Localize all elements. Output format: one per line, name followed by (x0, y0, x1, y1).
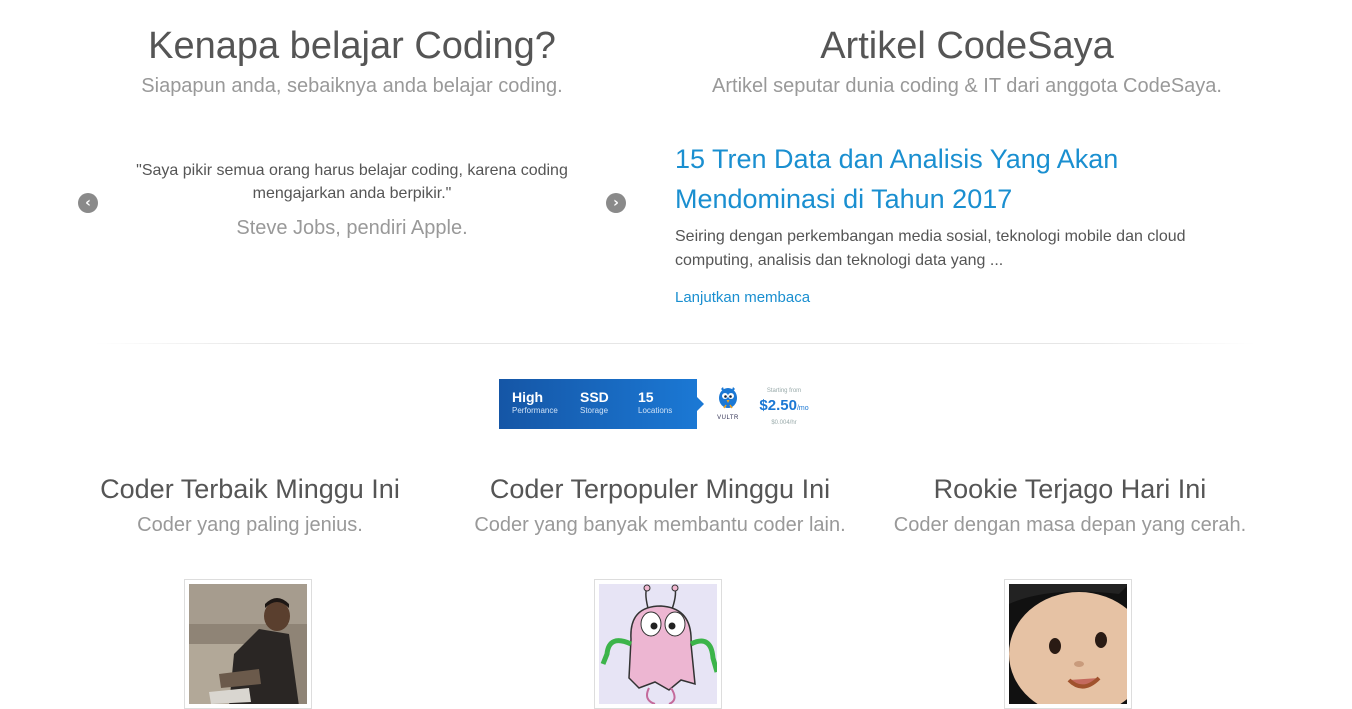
article-headline-line2[interactable]: Mendominasi di Tahun 2017 (675, 179, 1275, 219)
ad-features-panel: High Performance SSD Storage 15 Location… (499, 379, 697, 429)
popular-coder-title: Coder Terpopuler Minggu Ini (489, 474, 831, 504)
rookie-coder-title: Rookie Terjago Hari Ini (933, 474, 1207, 504)
popular-coder-avatar[interactable] (594, 579, 722, 709)
ad-feature-small: Performance (512, 406, 558, 415)
quote-slide: "Saya pikir semua orang harus belajar co… (102, 159, 602, 240)
ad-price: $2.50 (759, 397, 797, 414)
why-coding-section: Kenapa belajar Coding? Siapapun anda, se… (52, 24, 652, 98)
ad-price-block: Starting from $2.50/mo $0.004/hr (751, 386, 817, 429)
ad-price-label: Starting from (766, 388, 802, 394)
rookie-coder-avatar[interactable] (1004, 579, 1132, 709)
ad-feature-performance: High Performance (512, 389, 558, 417)
best-coder-title: Coder Terbaik Minggu Ini (100, 474, 400, 504)
article-headline[interactable]: 15 Tren Data dan Analisis Yang Akan Mend… (675, 139, 1275, 219)
article-excerpt-line2: computing, analisis dan teknologi data y… (675, 252, 1004, 269)
best-coder-subtitle: Coder yang paling jenius. (137, 514, 363, 536)
quote-text-line2: mengajarkan anda berpikir." (252, 185, 452, 202)
carousel-prev-button[interactable]: ‹ (78, 193, 98, 213)
ad-feature-locations: 15 Locations (638, 389, 672, 417)
carousel-next-button[interactable]: › (606, 193, 626, 213)
ad-feature-small: Locations (638, 406, 673, 415)
best-coder-column: Coder Terbaik Minggu Ini Coder yang pali… (50, 473, 450, 537)
section-divider (95, 343, 1255, 344)
vultr-logo: VULTR (713, 384, 743, 421)
ad-price-hourly: $0.004/hr (771, 420, 797, 426)
articles-section: Artikel CodeSaya Artikel seputar dunia c… (667, 24, 1267, 98)
read-more-link[interactable]: Lanjutkan membaca (675, 289, 1275, 306)
ad-price-unit: /mo (796, 405, 809, 412)
ad-feature-big: 15 (638, 389, 654, 405)
chevron-left-icon: ‹ (85, 195, 91, 211)
article-excerpt: Seiring dengan perkembangan media sosial… (675, 225, 1275, 273)
chevron-right-icon: › (613, 195, 619, 211)
ad-feature-big: SSD (580, 389, 609, 405)
ad-feature-storage: SSD Storage (580, 389, 609, 417)
rookie-coder-subtitle: Coder dengan masa depan yang cerah. (893, 514, 1247, 536)
vultr-brand-text: VULTR (717, 415, 739, 421)
rookie-coder-column: Rookie Terjago Hari Ini Coder dengan mas… (870, 473, 1270, 537)
ad-feature-big: High (512, 389, 544, 405)
avatar-photo (189, 584, 307, 704)
ad-feature-small: Storage (580, 406, 609, 415)
article-excerpt-line1: Seiring dengan perkembangan media sosial… (675, 228, 1186, 245)
ad-price-line: $2.50/mo (751, 397, 817, 418)
article-headline-line1[interactable]: 15 Tren Data dan Analisis Yang Akan (675, 139, 1275, 179)
best-coder-avatar[interactable] (184, 579, 312, 709)
quote-author: Steve Jobs, pendiri Apple. (236, 217, 468, 239)
why-coding-title: Kenapa belajar Coding? (148, 25, 556, 67)
avatar-photo (1009, 584, 1127, 704)
avatar-drawing (599, 584, 717, 704)
why-coding-subtitle: Siapapun anda, sebaiknya anda belajar co… (141, 75, 563, 97)
vultr-ad-banner[interactable]: High Performance SSD Storage 15 Location… (499, 379, 819, 429)
articles-title: Artikel CodeSaya (820, 25, 1114, 67)
ad-arrow-shape (697, 397, 704, 411)
quote-text-line1: "Saya pikir semua orang harus belajar co… (136, 162, 568, 179)
vultr-bird-icon (719, 387, 737, 409)
articles-subtitle: Artikel seputar dunia coding & IT dari a… (712, 75, 1222, 97)
popular-coder-subtitle: Coder yang banyak membantu coder lain. (474, 514, 846, 536)
article-card: 15 Tren Data dan Analisis Yang Akan Mend… (675, 139, 1275, 306)
popular-coder-column: Coder Terpopuler Minggu Ini Coder yang b… (460, 473, 860, 537)
